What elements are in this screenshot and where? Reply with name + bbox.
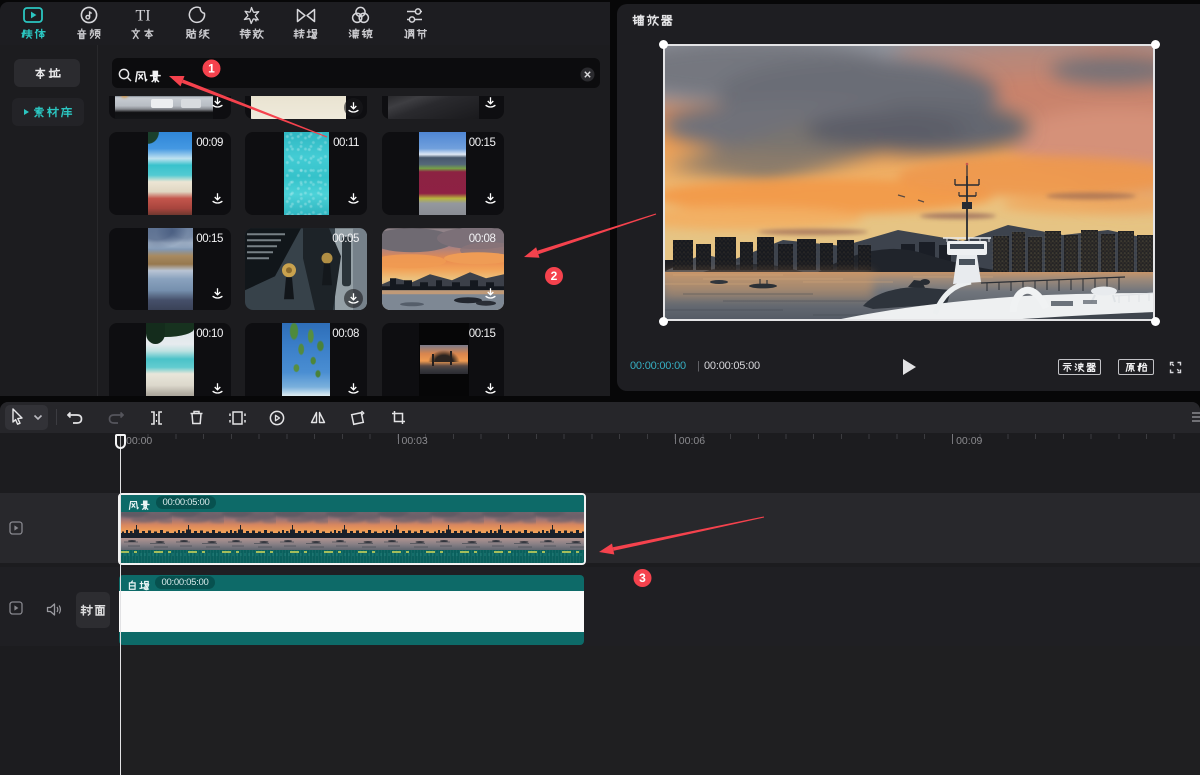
svg-text:TI: TI <box>135 8 150 24</box>
